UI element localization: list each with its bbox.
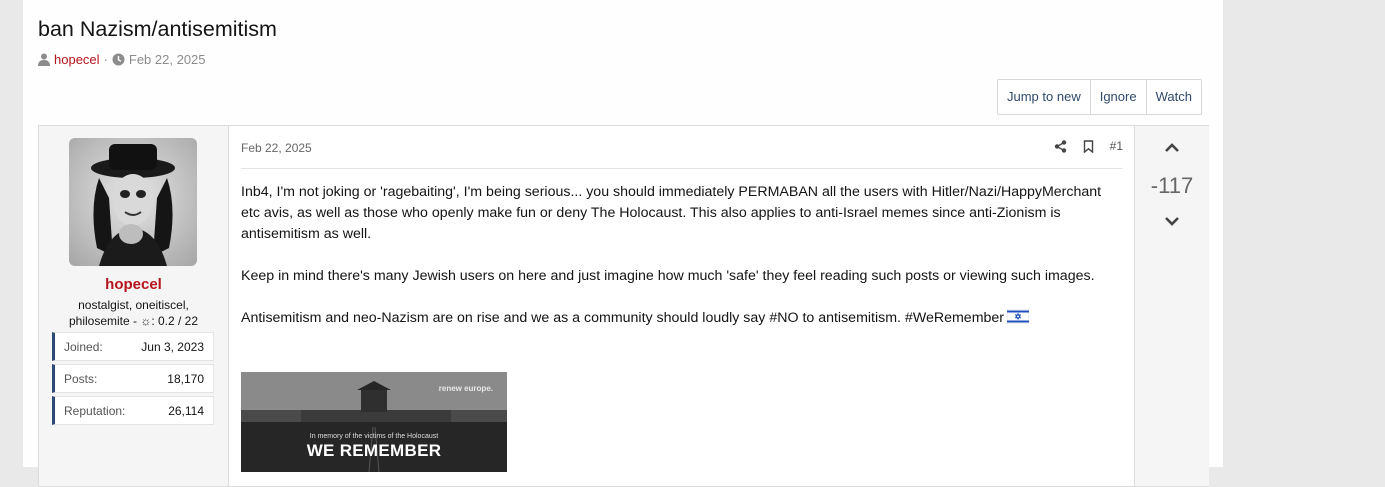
embed-headline: WE REMEMBER — [306, 441, 442, 460]
post-paragraph-text: Antisemitism and neo-Nazism are on rise … — [241, 310, 1005, 326]
downvote-button[interactable] — [1135, 214, 1209, 232]
vote-panel: -117 — [1134, 126, 1209, 486]
stat-value: Jun 3, 2023 — [141, 340, 204, 354]
clock-icon — [112, 53, 125, 66]
stat-value: 26,114 — [168, 404, 204, 418]
meta-separator: · — [103, 52, 108, 67]
stat-joined: Joined: Jun 3, 2023 — [52, 332, 214, 361]
post-divider — [241, 168, 1123, 169]
post-number-link[interactable]: #1 — [1110, 139, 1123, 153]
post-image[interactable]: renew europe. In memory of the victims o… — [241, 372, 507, 472]
post-paragraph: Inb4, I'm not joking or 'ragebaiting', I… — [241, 184, 1102, 242]
israel-flag-emoji — [1006, 308, 1030, 331]
user-title: nostalgist, oneitiscel, philosemite - ☼:… — [68, 298, 199, 328]
vote-score: -117 — [1150, 173, 1194, 198]
thread-date[interactable]: Feb 22, 2025 — [129, 52, 206, 67]
post-paragraph: Keep in mind there's many Jewish users o… — [241, 268, 1095, 284]
stat-label: Joined: — [64, 340, 103, 354]
embed-caption: In memory of the victims of the Holocaus… — [309, 433, 439, 440]
post-date[interactable]: Feb 22, 2025 — [241, 141, 312, 155]
stat-reputation: Reputation: 26,114 — [52, 396, 214, 425]
watch-button[interactable]: Watch — [1147, 80, 1201, 114]
jump-to-new-button[interactable]: Jump to new — [998, 80, 1091, 114]
post-user-panel: hopecel nostalgist, oneitiscel, philosem… — [39, 126, 229, 486]
page-container: ban Nazism/antisemitism hopecel · Feb 22… — [23, 0, 1223, 487]
post-tools: #1 — [1054, 139, 1123, 153]
stat-label: Posts: — [64, 372, 98, 386]
stat-value: 18,170 — [167, 372, 204, 386]
chevron-up-icon — [1164, 141, 1180, 159]
ignore-button[interactable]: Ignore — [1091, 80, 1147, 114]
upvote-button[interactable] — [1135, 141, 1209, 159]
thread-meta: hopecel · Feb 22, 2025 — [38, 52, 206, 67]
post-1: hopecel nostalgist, oneitiscel, philosem… — [38, 125, 1209, 487]
user-icon — [38, 53, 50, 66]
bookmark-icon[interactable] — [1083, 139, 1094, 153]
thread-title: ban Nazism/antisemitism — [38, 17, 277, 41]
embed-brand: renew europe. — [438, 384, 493, 393]
avatar[interactable] — [69, 138, 197, 266]
post-username[interactable]: hopecel — [39, 276, 228, 293]
post-paragraph-last: Antisemitism and neo-Nazism are on rise … — [241, 308, 1111, 331]
thread-actions: Jump to new Ignore Watch — [997, 79, 1202, 115]
chevron-down-icon — [1164, 214, 1180, 232]
post-body: Inb4, I'm not joking or 'ragebaiting', I… — [241, 182, 1111, 352]
stat-label: Reputation: — [64, 404, 126, 418]
share-icon[interactable] — [1054, 139, 1067, 153]
thread-author-link[interactable]: hopecel — [54, 52, 100, 67]
stat-posts: Posts: 18,170 — [52, 364, 214, 393]
post-content: Feb 22, 2025 #1 Inb4, I'm not joking or … — [229, 126, 1133, 486]
